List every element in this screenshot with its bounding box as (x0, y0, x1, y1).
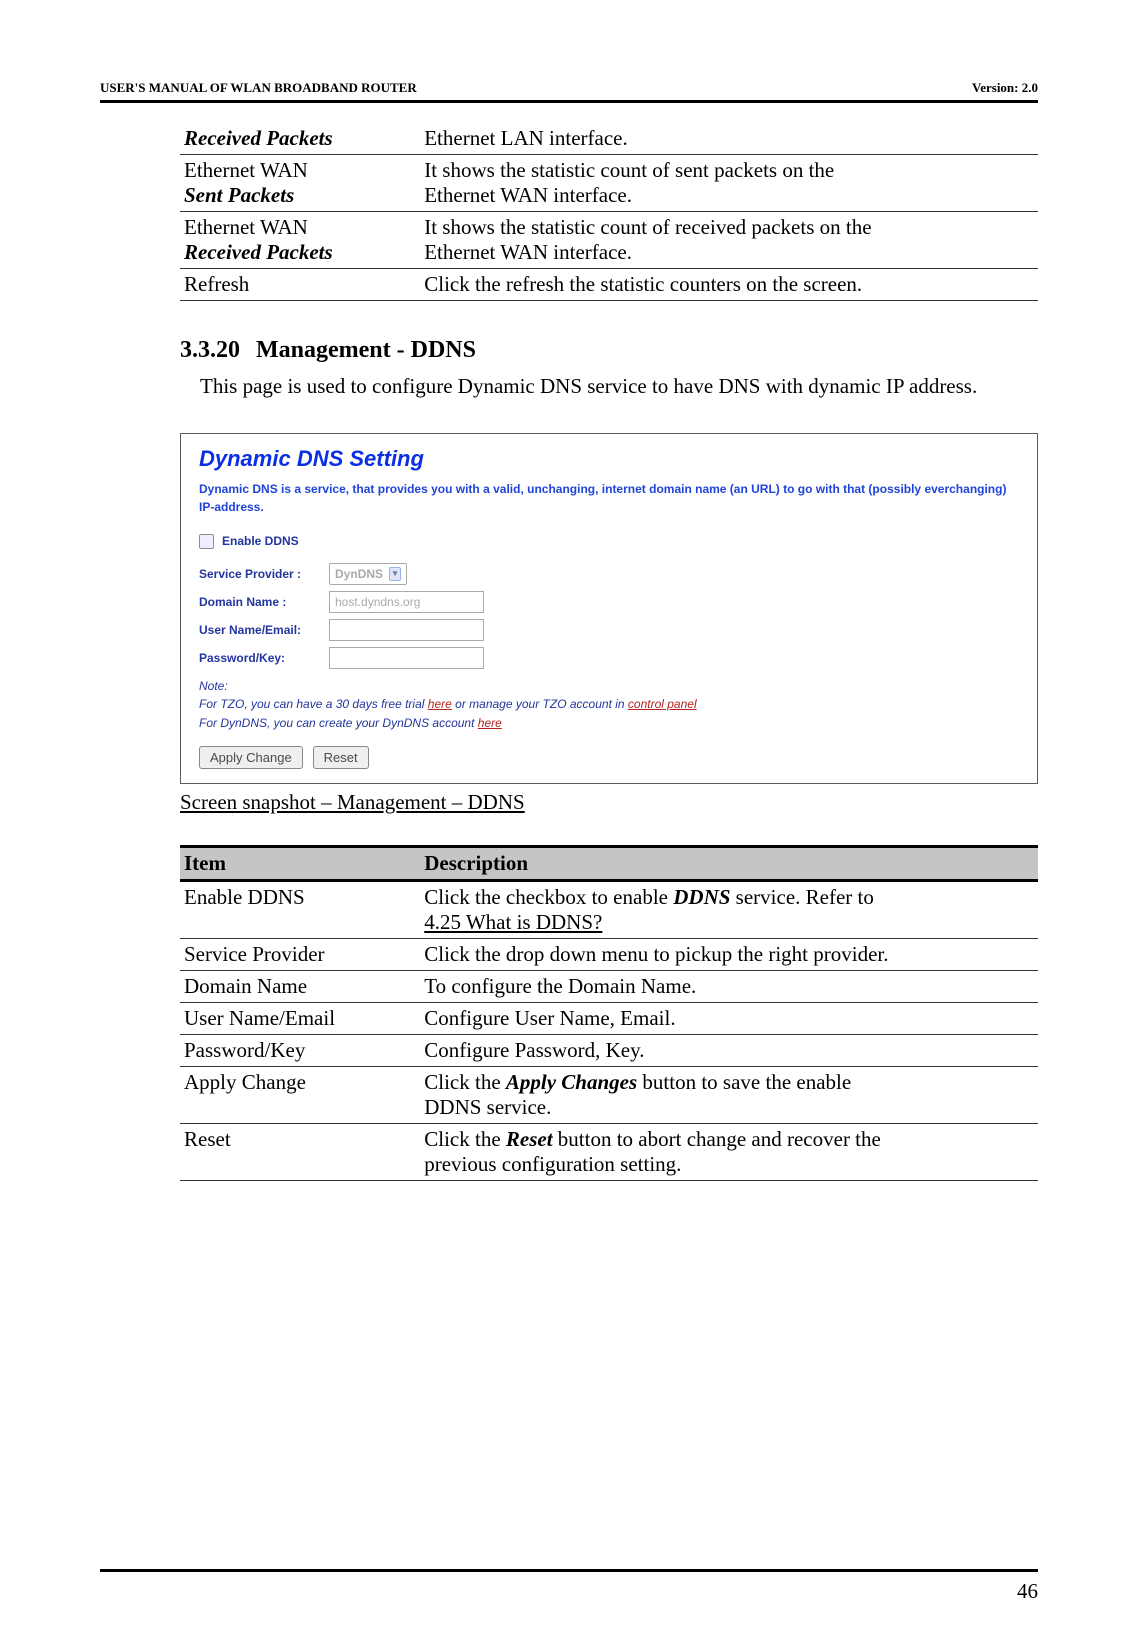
note-heading: Note: (199, 677, 1019, 696)
table-row: User Name/EmailConfigure User Name, Emai… (180, 1003, 1038, 1035)
table-row: ResetClick the Reset button to abort cha… (180, 1124, 1038, 1181)
table-row: RefreshClick the refresh the statistic c… (180, 269, 1038, 301)
password-input[interactable] (329, 647, 484, 669)
username-label: User Name/Email: (199, 623, 329, 637)
service-provider-select[interactable]: DynDNS ▾ (329, 563, 407, 585)
enable-ddns-label: Enable DDNS (222, 534, 299, 548)
section-number: 3.3.20 (180, 337, 240, 363)
table-item: Refresh (180, 269, 420, 301)
desc-item: Domain Name (180, 971, 420, 1003)
chevron-down-icon: ▾ (389, 567, 401, 581)
desc-item: Service Provider (180, 939, 420, 971)
stats-table: Received PacketsEthernet LAN interface.E… (180, 123, 1038, 301)
note-text: For TZO, you can have a 30 days free tri… (199, 697, 428, 711)
note-link-here-2[interactable]: here (478, 716, 502, 730)
table-row: Ethernet WANReceived PacketsIt shows the… (180, 212, 1038, 269)
description-table: Item Description Enable DDNSClick the ch… (180, 845, 1038, 1181)
desc-item: Apply Change (180, 1067, 420, 1124)
table-row: Received PacketsEthernet LAN interface. (180, 123, 1038, 155)
desc-text: Click the Reset button to abort change a… (420, 1124, 1038, 1181)
panel-intro: Dynamic DNS is a service, that provides … (199, 480, 1019, 516)
domain-name-row: Domain Name : (199, 591, 1019, 613)
table-row: Service ProviderClick the drop down menu… (180, 939, 1038, 971)
table-desc: It shows the statistic count of sent pac… (420, 155, 1038, 212)
panel-buttons: Apply Change Reset (199, 746, 1019, 769)
table-item: Received Packets (180, 123, 420, 155)
table-row: Domain NameTo configure the Domain Name. (180, 971, 1038, 1003)
desc-item: Reset (180, 1124, 420, 1181)
panel-note: Note: For TZO, you can have a 30 days fr… (199, 677, 1019, 733)
desc-item: Enable DDNS (180, 881, 420, 939)
note-text: or manage your TZO account in (452, 697, 628, 711)
service-provider-value: DynDNS (335, 567, 383, 581)
panel-title: Dynamic DNS Setting (199, 446, 1019, 472)
desc-head-item: Item (180, 847, 420, 881)
note-link-control-panel[interactable]: control panel (628, 697, 697, 711)
page-header: USER'S MANUAL OF WLAN BROADBAND ROUTER V… (100, 80, 1038, 103)
table-row: Enable DDNSClick the checkbox to enable … (180, 881, 1038, 939)
apply-change-button[interactable]: Apply Change (199, 746, 303, 769)
desc-text: To configure the Domain Name. (420, 971, 1038, 1003)
enable-ddns-row: Enable DDNS (199, 534, 1019, 549)
table-row: Password/KeyConfigure Password, Key. (180, 1035, 1038, 1067)
table-row: Ethernet WANSent PacketsIt shows the sta… (180, 155, 1038, 212)
domain-name-label: Domain Name : (199, 595, 329, 609)
footer-rule (100, 1569, 1038, 1572)
section-heading: 3.3.20 Management - DDNS (180, 337, 1038, 364)
domain-name-input[interactable] (329, 591, 484, 613)
ddns-panel: Dynamic DNS Setting Dynamic DNS is a ser… (180, 433, 1038, 785)
desc-item: User Name/Email (180, 1003, 420, 1035)
desc-head-description: Description (420, 847, 1038, 881)
content-area: Received PacketsEthernet LAN interface.E… (100, 103, 1038, 1181)
note-line-1: For TZO, you can have a 30 days free tri… (199, 695, 1019, 714)
username-row: User Name/Email: (199, 619, 1019, 641)
screenshot-caption: Screen snapshot – Management – DDNS (180, 790, 1038, 815)
note-link-here-1[interactable]: here (428, 697, 452, 711)
desc-text: Configure Password, Key. (420, 1035, 1038, 1067)
desc-item: Password/Key (180, 1035, 420, 1067)
page-number: 46 (1017, 1579, 1038, 1604)
username-input[interactable] (329, 619, 484, 641)
desc-text: Click the Apply Changes button to save t… (420, 1067, 1038, 1124)
header-right: Version: 2.0 (972, 80, 1038, 96)
header-left: USER'S MANUAL OF WLAN BROADBAND ROUTER (100, 80, 417, 96)
note-text: For DynDNS, you can create your DynDNS a… (199, 716, 478, 730)
note-line-2: For DynDNS, you can create your DynDNS a… (199, 714, 1019, 733)
table-item: Ethernet WANReceived Packets (180, 212, 420, 269)
desc-text: Click the drop down menu to pickup the r… (420, 939, 1038, 971)
desc-text: Click the checkbox to enable DDNS servic… (420, 881, 1038, 939)
desc-text: Configure User Name, Email. (420, 1003, 1038, 1035)
password-row: Password/Key: (199, 647, 1019, 669)
table-desc: Click the refresh the statistic counters… (420, 269, 1038, 301)
table-desc: It shows the statistic count of received… (420, 212, 1038, 269)
table-item: Ethernet WANSent Packets (180, 155, 420, 212)
section-paragraph: This page is used to configure Dynamic D… (180, 370, 1038, 403)
service-provider-label: Service Provider : (199, 567, 329, 581)
table-desc: Ethernet LAN interface. (420, 123, 1038, 155)
section-title: Management - DDNS (256, 337, 476, 363)
enable-ddns-checkbox[interactable] (199, 534, 214, 549)
reset-button[interactable]: Reset (313, 746, 369, 769)
table-row: Apply ChangeClick the Apply Changes butt… (180, 1067, 1038, 1124)
password-label: Password/Key: (199, 651, 329, 665)
service-provider-row: Service Provider : DynDNS ▾ (199, 563, 1019, 585)
